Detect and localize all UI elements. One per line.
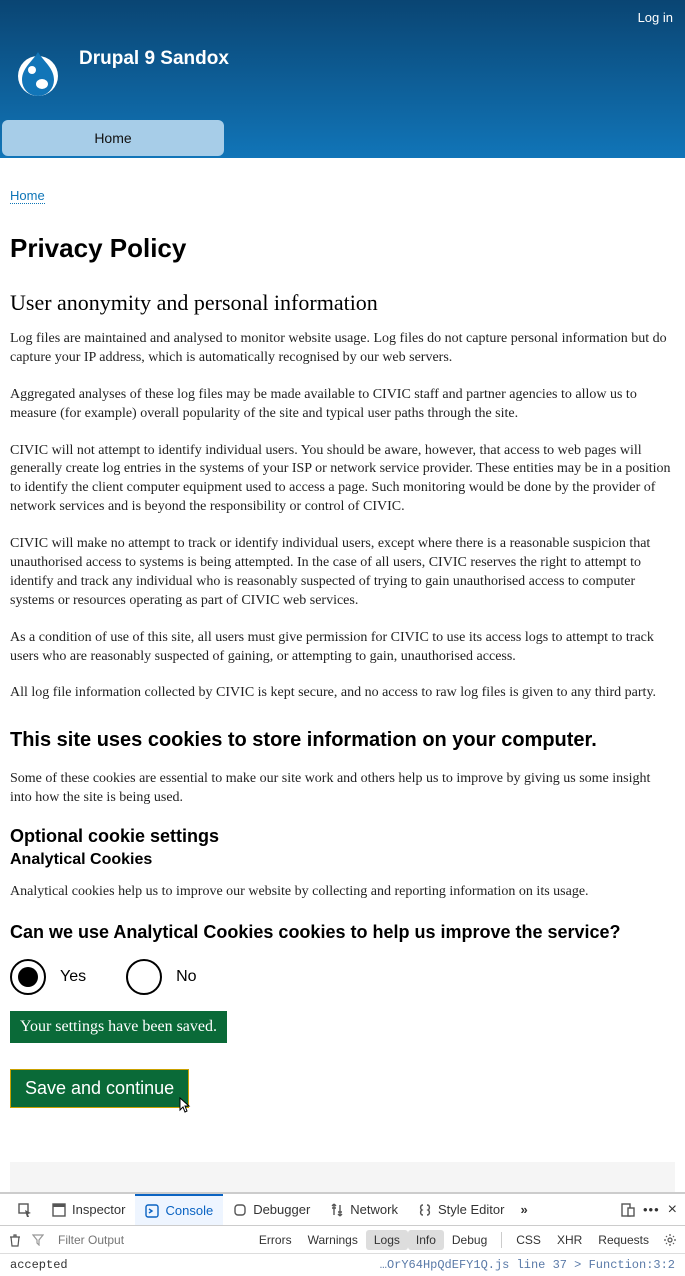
radio-no-label: No [176, 968, 196, 986]
tab-inspector[interactable]: Inspector [42, 1194, 135, 1225]
pill-errors[interactable]: Errors [251, 1230, 300, 1250]
paragraph: Log files are maintained and analysed to… [10, 330, 675, 368]
log-source: …OrY64HpQdEFY1Q.js line 37 > Function:3:… [380, 1258, 675, 1272]
debugger-icon [233, 1203, 247, 1217]
paragraph: CIVIC will not attempt to identify indiv… [10, 442, 675, 518]
tab-console[interactable]: Console [135, 1194, 223, 1225]
footer-placeholder [10, 1162, 675, 1192]
pill-debug[interactable]: Debug [444, 1230, 495, 1250]
console-filter-bar: Errors Warnings Logs Info Debug CSS XHR … [0, 1226, 685, 1254]
login-link[interactable]: Log in [638, 10, 673, 25]
paragraph: Analytical cookies help us to improve ou… [10, 883, 675, 902]
breadcrumb-home-link[interactable]: Home [10, 188, 45, 204]
devtools-panel: Inspector Console Debugger Network Style… [0, 1192, 685, 1276]
pick-element-icon [18, 1203, 32, 1217]
radio-circle-icon [10, 959, 46, 995]
main-content: Privacy Policy User anonymity and person… [0, 203, 685, 1128]
tab-network[interactable]: Network [320, 1194, 408, 1225]
save-button-label: Save and continue [25, 1078, 174, 1098]
responsive-mode-icon[interactable] [621, 1203, 635, 1217]
kebab-menu-icon[interactable]: ••• [643, 1202, 660, 1217]
tab-label: Inspector [72, 1202, 125, 1217]
tab-label: Style Editor [438, 1202, 504, 1217]
log-message: accepted [10, 1258, 68, 1272]
drupal-logo-icon [12, 46, 64, 98]
paragraph: Some of these cookies are essential to m… [10, 770, 675, 808]
radio-circle-icon [126, 959, 162, 995]
pill-css[interactable]: CSS [508, 1230, 549, 1250]
pill-xhr[interactable]: XHR [549, 1230, 590, 1250]
pill-logs[interactable]: Logs [366, 1230, 408, 1250]
site-header: Log in Drupal 9 Sandox Home [0, 0, 685, 158]
tab-label: Console [165, 1203, 213, 1218]
paragraph: All log file information collected by CI… [10, 684, 675, 703]
heading-analytical: Analytical Cookies [10, 851, 675, 869]
style-editor-icon [418, 1203, 432, 1217]
tab-style-editor[interactable]: Style Editor [408, 1194, 514, 1225]
paragraph: CIVIC will make no attempt to track or i… [10, 535, 675, 611]
devtools-tabs: Inspector Console Debugger Network Style… [0, 1194, 685, 1226]
cursor-pointer-icon [176, 1096, 192, 1121]
heading-optional: Optional cookie settings [10, 826, 675, 847]
tab-debugger[interactable]: Debugger [223, 1194, 320, 1225]
console-log-row[interactable]: accepted …OrY64HpQdEFY1Q.js line 37 > Fu… [0, 1254, 685, 1276]
site-brand: Drupal 9 Sandox [12, 40, 229, 98]
console-icon [145, 1204, 159, 1218]
heading-anonymity: User anonymity and personal information [10, 290, 675, 316]
pick-element-button[interactable] [8, 1194, 42, 1225]
tab-label: Network [350, 1202, 398, 1217]
inspector-icon [52, 1203, 66, 1217]
radio-group: Yes No [10, 959, 675, 995]
settings-gear-icon[interactable] [663, 1233, 677, 1247]
network-icon [330, 1203, 344, 1217]
tab-label: Debugger [253, 1202, 310, 1217]
tabs-overflow-button[interactable]: » [514, 1202, 533, 1217]
radio-yes-label: Yes [60, 968, 86, 986]
breadcrumb: Home [0, 158, 685, 203]
filter-icon [32, 1234, 44, 1246]
radio-yes[interactable]: Yes [10, 959, 86, 995]
pill-warnings[interactable]: Warnings [300, 1230, 366, 1250]
pill-requests[interactable]: Requests [590, 1230, 657, 1250]
success-message: Your settings have been saved. [10, 1011, 227, 1043]
site-name: Drupal 9 Sandox [79, 48, 229, 70]
pill-info[interactable]: Info [408, 1230, 444, 1250]
nav-home-tab[interactable]: Home [2, 120, 224, 156]
page-title: Privacy Policy [10, 233, 675, 264]
paragraph: As a condition of use of this site, all … [10, 629, 675, 667]
cookie-question: Can we use Analytical Cookies cookies to… [10, 922, 675, 943]
close-devtools-icon[interactable]: × [668, 1201, 677, 1219]
paragraph: Aggregated analyses of these log files m… [10, 386, 675, 424]
heading-cookies: This site uses cookies to store informat… [10, 729, 675, 752]
save-continue-button[interactable]: Save and continue [10, 1069, 189, 1108]
filter-output-input[interactable] [54, 1233, 234, 1247]
radio-no[interactable]: No [126, 959, 196, 995]
clear-console-icon[interactable] [8, 1233, 22, 1247]
